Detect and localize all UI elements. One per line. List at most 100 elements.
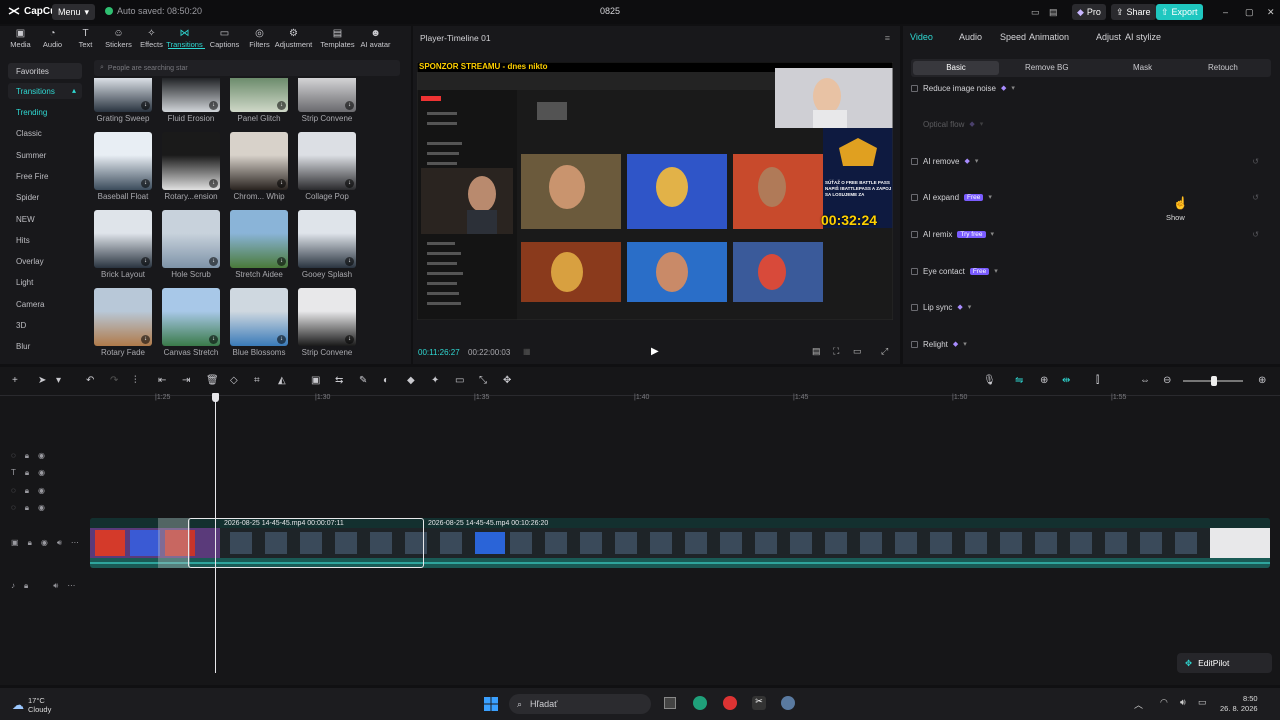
transition-thumbnail[interactable]: ↓ <box>230 132 288 190</box>
reset-icon[interactable]: ↺ <box>1252 157 1259 166</box>
tab-audio[interactable]: ◔ Audio <box>36 28 69 52</box>
tab-filters[interactable]: ◎ Filters <box>243 28 276 52</box>
feature-row[interactable]: Eye contact Free ▾ <box>911 264 1271 278</box>
download-icon[interactable]: ↓ <box>277 101 286 110</box>
chrome-icon[interactable] <box>723 696 737 710</box>
battery-icon[interactable]: ▭ <box>1198 697 1207 708</box>
props-tab-ai-stylize[interactable]: AI stylize <box>1125 32 1161 42</box>
reset-icon[interactable]: ↺ <box>1252 193 1259 202</box>
reverse-icon[interactable]: ⇆ <box>335 376 343 386</box>
snap-icon[interactable]: ⊕ <box>1040 376 1048 386</box>
subtab-retouch[interactable]: Retouch <box>1208 63 1238 72</box>
download-icon[interactable]: ↓ <box>209 335 218 344</box>
chevron-down-icon[interactable]: ▾ <box>980 120 984 128</box>
feature-row[interactable]: Relight ◆ ▾ <box>911 337 1271 351</box>
lock-icon[interactable]: 🔒︎ <box>24 581 28 591</box>
tab-stickers[interactable]: ☺ Stickers <box>102 28 135 52</box>
taskbar-search[interactable]: ⌕ Hľadať <box>509 694 651 714</box>
search-input[interactable]: ⌕ People are searching star <box>94 60 400 76</box>
lock-icon[interactable]: 🔒︎ <box>25 468 29 478</box>
subtab-basic[interactable]: Basic <box>913 61 999 75</box>
download-icon[interactable]: ↓ <box>141 257 150 266</box>
checkbox[interactable] <box>911 267 918 275</box>
layout-icon[interactable]: ▭ <box>1026 4 1045 20</box>
preview-axis-icon[interactable]: ⇹ <box>1062 376 1070 386</box>
transition-thumbnail[interactable]: ↓ <box>298 210 356 268</box>
fit-timeline-icon[interactable]: ⇔ <box>1140 376 1150 386</box>
transition-thumbnail[interactable]: ↓ <box>162 210 220 268</box>
export-button[interactable]: ⇧ Export <box>1156 4 1203 20</box>
transition-thumbnail[interactable]: ↓ <box>94 210 152 268</box>
chevron-down-icon[interactable]: ▾ <box>1011 84 1015 92</box>
split-right-icon[interactable]: ⇥ <box>182 376 190 386</box>
magic-icon[interactable]: ✦ <box>431 376 439 386</box>
tab-media[interactable]: ▣ Media <box>4 28 37 52</box>
download-icon[interactable]: ↓ <box>141 179 150 188</box>
resize-icon[interactable]: ⤡ <box>479 376 487 386</box>
ratio-icon[interactable]: ▭ <box>853 346 862 357</box>
playhead[interactable] <box>215 393 216 673</box>
chevron-down-icon[interactable]: ▾ <box>963 340 967 348</box>
clock[interactable]: 8:50 26. 8. 2026 <box>1220 694 1258 714</box>
freeze-icon[interactable]: ▣ <box>311 376 320 386</box>
video-preview[interactable]: SPONZOR STREAMU - dnes nikto SÚŤAŽ O FRE… <box>417 62 893 320</box>
subtitle-icon[interactable]: ▭ <box>455 376 464 386</box>
timecode-display-icon[interactable]: ▤ <box>812 346 821 357</box>
transition-thumbnail[interactable]: ↓ <box>298 132 356 190</box>
link-icon[interactable]: ⇋ <box>1015 376 1023 386</box>
lock-icon[interactable]: 🔒︎ <box>25 503 29 513</box>
tab-captions[interactable]: ▭ Captions <box>208 28 241 52</box>
download-icon[interactable]: ↓ <box>141 335 150 344</box>
transition-thumbnail[interactable]: ↓ <box>162 132 220 190</box>
eye-icon[interactable]: ◉ <box>41 538 48 548</box>
edge-icon[interactable] <box>693 696 707 710</box>
minimize-button[interactable]: – <box>1218 4 1233 20</box>
tab-text[interactable]: T Text <box>69 28 102 52</box>
audio-icon[interactable]: 🔊︎ <box>57 538 62 548</box>
download-icon[interactable]: ↓ <box>141 101 150 110</box>
redo-icon[interactable]: ↷ <box>110 376 118 386</box>
download-icon[interactable]: ↓ <box>345 257 354 266</box>
timecode-grid-icon[interactable]: ▦ <box>523 347 531 356</box>
delete-icon[interactable]: 🗑 <box>206 376 219 386</box>
eye-icon[interactable]: ◉ <box>38 468 45 478</box>
share-button[interactable]: ⇪ Share <box>1111 4 1156 20</box>
chevron-down-icon[interactable]: ▾ <box>56 376 61 386</box>
subtab-remove-bg[interactable]: Remove BG <box>1025 63 1069 72</box>
chevron-down-icon[interactable]: ▾ <box>975 157 979 165</box>
checkbox[interactable] <box>911 340 918 348</box>
props-tab-speed[interactable]: Speed <box>1000 32 1026 42</box>
capcut-taskbar-icon[interactable]: ✂ <box>752 696 766 710</box>
add-track-icon[interactable]: + <box>12 376 18 386</box>
more-icon[interactable]: ⋯ <box>67 581 75 591</box>
chevron-down-icon[interactable]: ▾ <box>988 193 992 201</box>
more-icon[interactable]: ⋯ <box>71 538 79 548</box>
zoom-slider-handle[interactable] <box>1211 376 1217 386</box>
tab-templates[interactable]: ▤ Templates <box>320 28 354 52</box>
split-left-icon[interactable]: ⇤ <box>158 376 166 386</box>
reset-icon[interactable]: ↺ <box>1252 230 1259 239</box>
playhead-handle[interactable] <box>212 393 219 402</box>
menu-button[interactable]: Menu ▾ <box>52 4 96 20</box>
play-icon[interactable]: ▶ <box>651 346 659 357</box>
feature-row[interactable]: Lip sync ◆ ▾ <box>911 300 1271 314</box>
editpilot-button[interactable]: ✥ EditPilot <box>1177 653 1272 673</box>
subtab-mask[interactable]: Mask <box>1133 63 1152 72</box>
props-tab-video[interactable]: Video <box>910 32 933 42</box>
audio-icon[interactable]: 🔊︎ <box>53 581 58 591</box>
undo-icon[interactable]: ↶ <box>86 376 94 386</box>
tab-effects[interactable]: ✧ Effects <box>135 28 168 52</box>
crop-icon[interactable]: ⌗ <box>254 376 260 386</box>
lock-icon[interactable]: 🔒︎ <box>28 538 32 548</box>
tab-adjustment[interactable]: ⚙ Adjustment <box>275 28 313 52</box>
checkbox[interactable] <box>911 303 918 311</box>
download-icon[interactable]: ↓ <box>345 335 354 344</box>
move-icon[interactable]: ✥ <box>503 376 511 386</box>
chevron-down-icon[interactable]: ▾ <box>994 267 998 275</box>
favorites-item[interactable]: Favorites <box>8 63 82 79</box>
download-icon[interactable]: ↓ <box>277 179 286 188</box>
eye-icon[interactable]: ◉ <box>38 451 45 461</box>
pro-button[interactable]: ◆ Pro <box>1072 4 1106 20</box>
download-icon[interactable]: ↓ <box>277 257 286 266</box>
mask-icon[interactable]: ◐ <box>383 376 389 386</box>
